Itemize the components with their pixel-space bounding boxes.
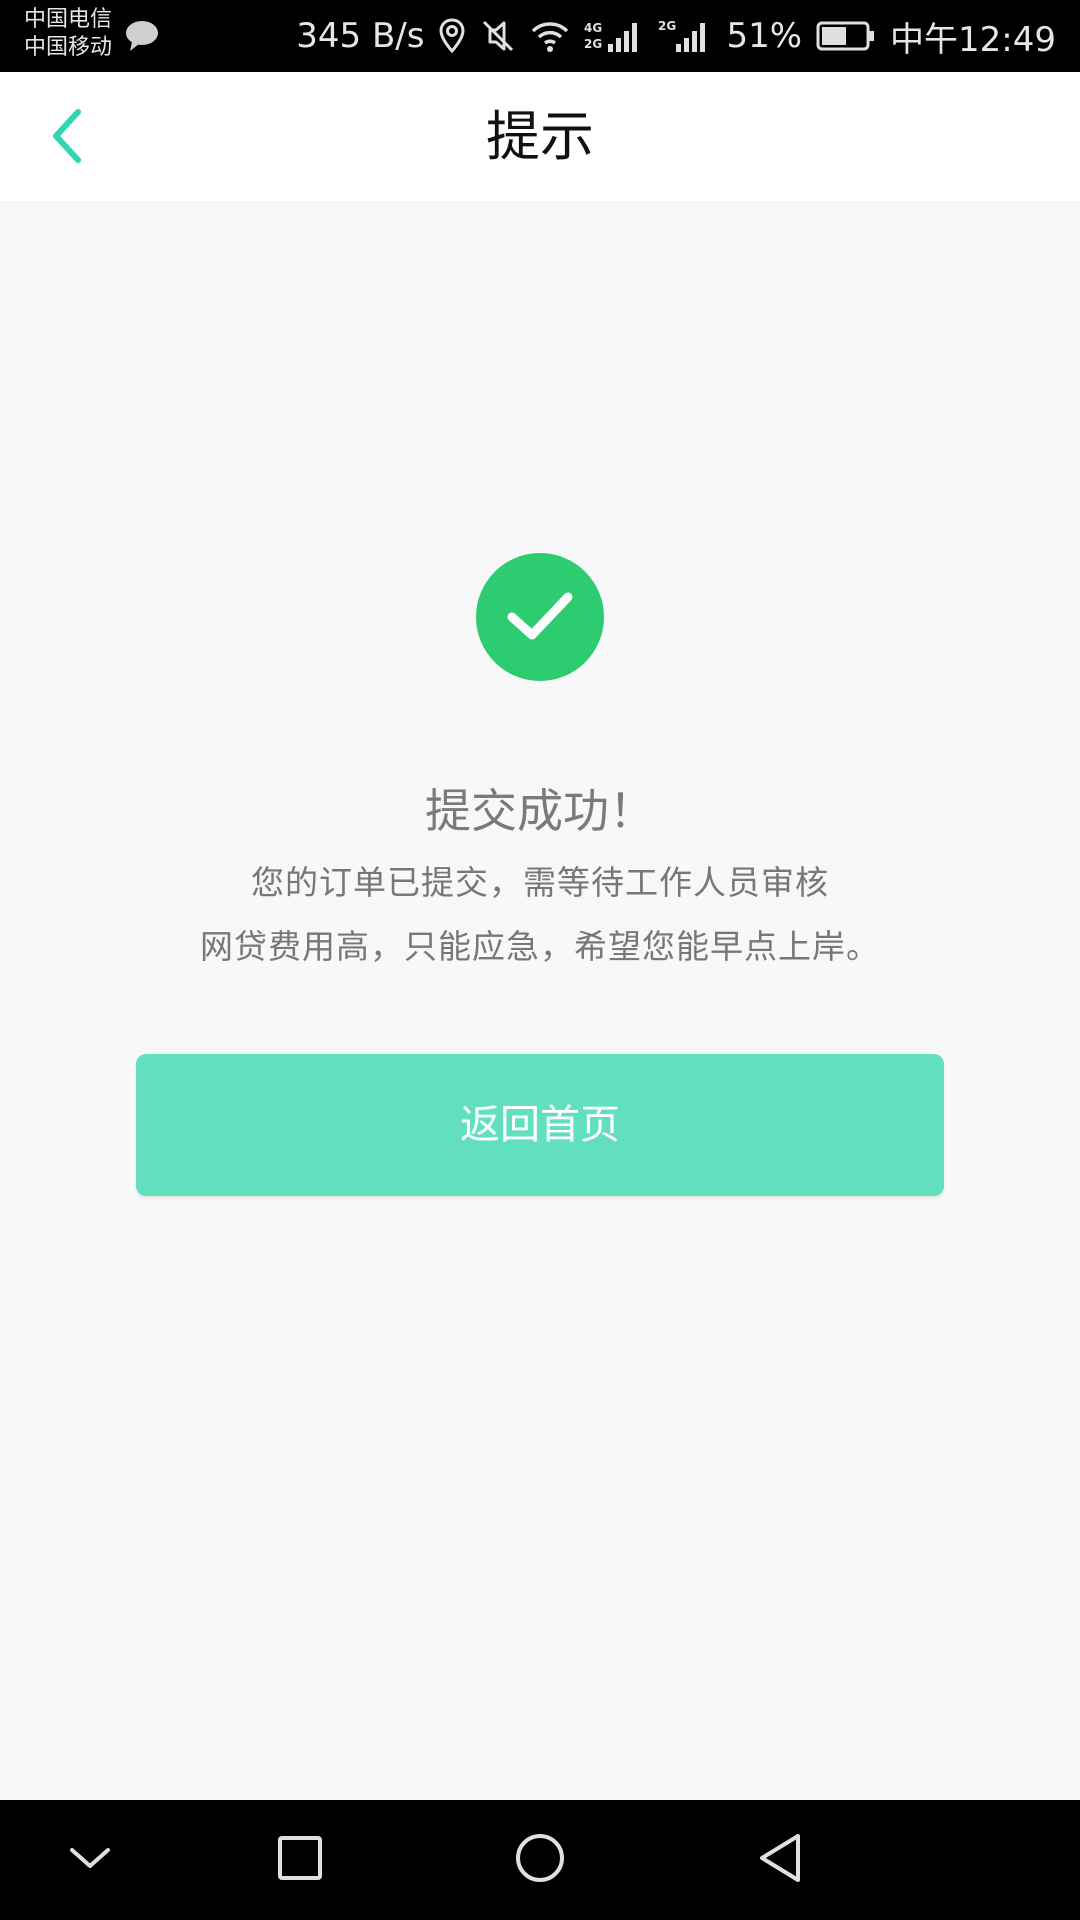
header: 提示 [0, 72, 1080, 203]
navigation-bar [0, 1800, 1080, 1920]
back-icon [756, 1832, 804, 1888]
check-circle-icon [476, 553, 604, 681]
home-icon [514, 1832, 566, 1888]
nav-home-button[interactable] [480, 1800, 600, 1920]
nav-collapse-button[interactable] [30, 1800, 150, 1920]
recent-apps-icon [277, 1835, 323, 1885]
location-icon [438, 18, 466, 54]
return-home-button[interactable]: 返回首页 [136, 1054, 944, 1196]
carrier-1: 中国电信 [24, 7, 113, 32]
svg-text:2G: 2G [584, 37, 602, 51]
wifi-icon [530, 19, 570, 53]
battery-percentage: 51% [726, 16, 803, 56]
status-bar: 中国电信 中国移动 345 B/s 4G 2G 2G 51% 中午12:49 [0, 0, 1080, 72]
battery-icon [816, 20, 876, 52]
carrier-2: 中国移动 [24, 35, 113, 60]
mute-icon [480, 18, 516, 54]
carrier-info: 中国电信 中国移动 [24, 6, 112, 62]
signal-2g-icon: 2G [658, 18, 712, 54]
status-right: 345 B/s 4G 2G 2G 51% 中午12:49 [296, 0, 1056, 72]
network-speed: 345 B/s [296, 16, 425, 56]
svg-text:4G: 4G [584, 21, 602, 35]
success-title: 提交成功！ [425, 784, 655, 838]
message-icon [124, 18, 160, 54]
signal-4g-icon: 4G 2G [584, 18, 644, 54]
page-title: 提示 [486, 105, 594, 168]
clock: 中午12:49 [890, 19, 1056, 60]
chevron-down-icon [68, 1844, 112, 1876]
message-line-2: 网贷费用高，只能应急，希望您能早点上岸。 [200, 927, 880, 966]
screen: 中国电信 中国移动 345 B/s 4G 2G 2G 51% 中午12:49 提… [0, 0, 1080, 1920]
message-line-1: 您的订单已提交，需等待工作人员审核 [251, 863, 829, 902]
svg-text:2G: 2G [658, 19, 676, 33]
nav-back-button[interactable] [720, 1800, 840, 1920]
nav-recent-apps-button[interactable] [240, 1800, 360, 1920]
